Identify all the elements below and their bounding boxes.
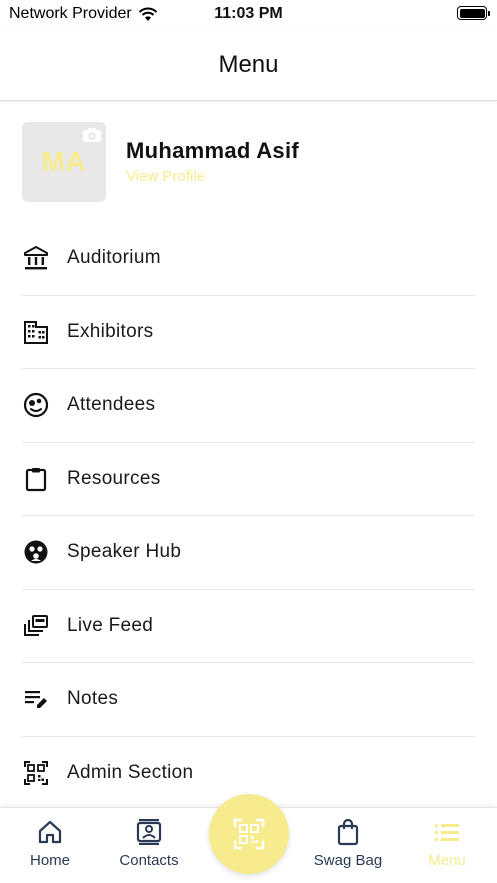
speaker-group-icon [22, 538, 50, 566]
qr-scanner-icon [233, 818, 265, 850]
status-time: 11:03 PM [214, 5, 283, 22]
menu-item-label: Resources [67, 467, 161, 489]
profile-name: Muhammad Asif [126, 138, 299, 163]
avatar[interactable]: MA [22, 122, 106, 202]
battery-icon [457, 6, 490, 20]
stacked-cards-icon [22, 612, 50, 640]
menu-item-label: Speaker Hub [67, 541, 182, 563]
tab-menu[interactable]: Menu [397, 816, 497, 869]
profile-section[interactable]: MA Muhammad Asif View Profile [22, 122, 477, 202]
bag-icon [298, 816, 398, 848]
camera-icon[interactable] [82, 127, 102, 143]
tab-label: Contacts [119, 852, 179, 869]
tab-swag-bag[interactable]: Swag Bag [298, 816, 398, 869]
tab-contacts[interactable]: Contacts [99, 816, 199, 869]
list-icon [397, 816, 497, 848]
menu-item-label: Live Feed [67, 614, 154, 636]
contacts-icon [99, 816, 199, 848]
menu-item-label: Attendees [67, 394, 156, 416]
menu-item-auditorium[interactable]: Auditorium [22, 222, 475, 296]
menu-item-speaker-hub[interactable]: Speaker Hub [22, 516, 475, 590]
qr-code-icon [22, 759, 50, 787]
menu-list: Auditorium Exhibitors Attendees Resource… [22, 222, 475, 810]
battery-fill [459, 8, 485, 18]
edit-notes-icon [22, 685, 50, 713]
bank-icon [22, 244, 50, 272]
qr-scan-button[interactable] [209, 794, 289, 874]
face-icon [22, 391, 50, 419]
status-bar: Network Provider 11:03 PM [0, 0, 497, 28]
battery-tip [487, 10, 490, 16]
tab-home[interactable]: Home [0, 816, 100, 869]
tab-label: Swag Bag [313, 852, 383, 869]
view-profile-link[interactable]: View Profile [126, 168, 205, 185]
home-icon [0, 816, 100, 848]
menu-item-label: Auditorium [67, 247, 161, 269]
menu-item-label: Notes [67, 688, 119, 710]
menu-item-label: Admin Section [67, 762, 194, 784]
menu-item-live-feed[interactable]: Live Feed [22, 590, 475, 663]
menu-item-notes[interactable]: Notes [22, 663, 475, 737]
menu-item-exhibitors[interactable]: Exhibitors [22, 296, 475, 369]
menu-item-resources[interactable]: Resources [22, 443, 475, 516]
avatar-initials: MA [41, 146, 87, 177]
menu-item-label: Exhibitors [67, 320, 154, 342]
tab-label: Menu [428, 852, 466, 869]
menu-item-attendees[interactable]: Attendees [22, 369, 475, 443]
page-title: Menu [218, 51, 279, 78]
building-icon [22, 318, 50, 346]
nav-header: Menu [0, 28, 497, 101]
tab-label: Home [29, 852, 70, 869]
clipboard-icon [22, 465, 50, 493]
